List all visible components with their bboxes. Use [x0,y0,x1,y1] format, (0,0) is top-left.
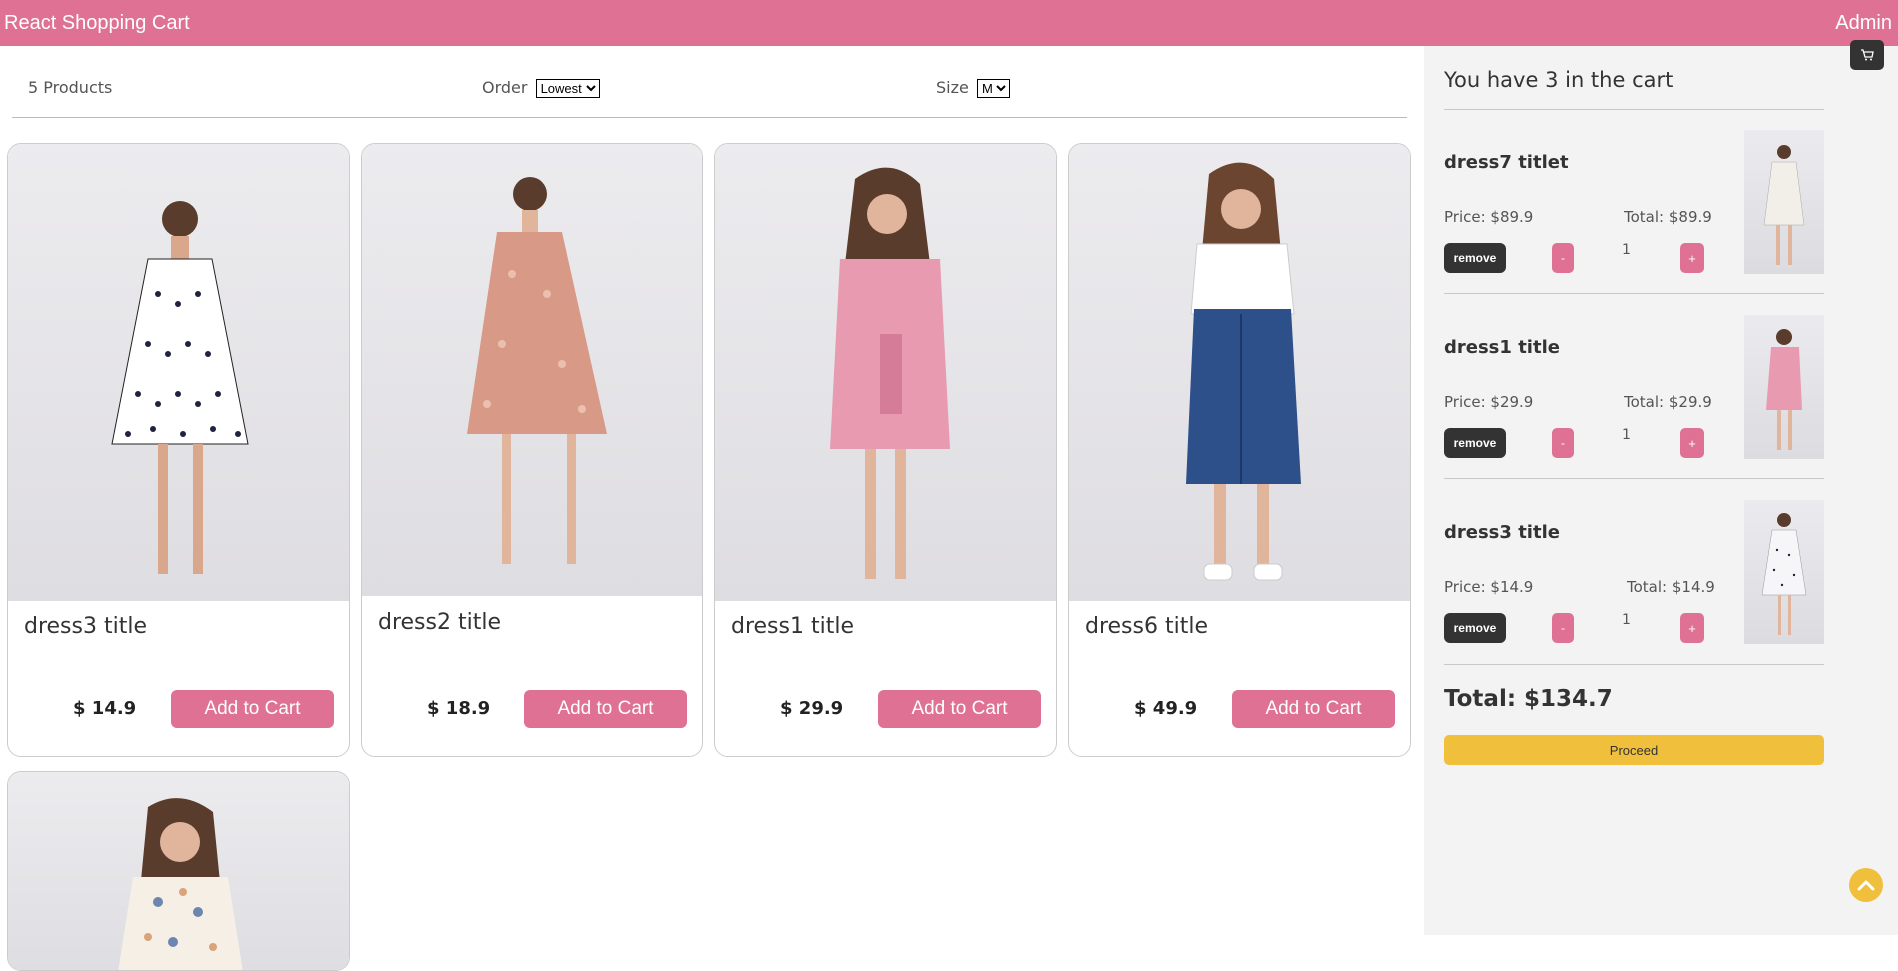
divider [1444,478,1824,479]
decrease-quantity-button[interactable]: - [1552,613,1574,643]
cart-toggle-button[interactable] [1850,40,1884,70]
cart-item-name: dress3 title [1444,522,1560,543]
cart-item-image [1744,315,1824,459]
remove-button[interactable]: remove [1444,243,1506,273]
product-title[interactable]: dress3 title [24,614,147,639]
product-image[interactable] [8,144,349,601]
cart-item-price: Price: $14.9 [1444,578,1534,596]
quantity-value: 1 [1622,612,1631,628]
cart-item-total: Total: $14.9 [1627,578,1715,596]
cart-title: You have 3 in the cart [1444,68,1674,92]
cart-item-total: Total: $89.9 [1624,208,1712,226]
product-image[interactable] [362,144,702,596]
product-title[interactable]: dress6 title [1085,614,1208,639]
product-count: 5 Products [28,78,113,97]
brand-title[interactable]: React Shopping Cart [4,12,190,35]
product-price: $ 14.9 [73,698,137,719]
product-card: dress1 title $ 29.9 Add to Cart [714,143,1057,757]
size-select[interactable]: M [976,79,1010,98]
divider [1444,664,1824,665]
product-price: $ 18.9 [427,698,491,719]
cart-item-image [1744,130,1824,274]
increase-quantity-button[interactable]: + [1680,243,1704,273]
order-label: Order [482,78,528,97]
product-price: $ 49.9 [1134,698,1198,719]
quantity-value: 1 [1622,427,1631,443]
remove-button[interactable]: remove [1444,613,1506,643]
product-card: dress6 title $ 49.9 Add to Cart [1068,143,1411,757]
proceed-button[interactable]: Proceed [1444,735,1824,765]
product-card: dress3 title $ 14.9 Add to Cart [7,143,350,757]
add-to-cart-button[interactable]: Add to Cart [878,690,1041,728]
product-title[interactable]: dress1 title [731,614,854,639]
cart-item-price: Price: $29.9 [1444,393,1534,411]
cart-grand-total: Total: $134.7 [1444,686,1613,712]
decrease-quantity-button[interactable]: - [1552,428,1574,458]
cart-item: dress7 titlet Price: $89.9 Total: $89.9 … [1444,130,1824,280]
product-card [7,771,350,971]
quantity-value: 1 [1622,242,1631,258]
product-card: dress2 title $ 18.9 Add to Cart [361,143,703,757]
cart-item: dress3 title Price: $14.9 Total: $14.9 r… [1444,500,1824,650]
cart-sidebar: You have 3 in the cart dress7 titlet Pri… [1424,46,1898,935]
chevron-up-icon [1857,880,1875,891]
divider [1444,293,1824,294]
remove-button[interactable]: remove [1444,428,1506,458]
increase-quantity-button[interactable]: + [1680,613,1704,643]
order-select[interactable]: Lowest [535,79,600,98]
cart-item-price: Price: $89.9 [1444,208,1534,226]
product-title[interactable]: dress2 title [378,610,501,635]
divider [1444,109,1824,110]
cart-item-total: Total: $29.9 [1624,393,1712,411]
increase-quantity-button[interactable]: + [1680,428,1704,458]
add-to-cart-button[interactable]: Add to Cart [1232,690,1395,728]
product-image[interactable] [715,144,1056,601]
add-to-cart-button[interactable]: Add to Cart [171,690,334,728]
scroll-top-button[interactable] [1849,868,1883,902]
filter-bar: 5 Products Order Lowest Size M [12,74,1407,118]
product-price: $ 29.9 [780,698,844,719]
cart-item-image [1744,500,1824,644]
order-filter: Order Lowest [482,78,600,98]
cart-item-name: dress7 titlet [1444,152,1569,173]
product-image[interactable] [8,772,349,970]
cart-item-name: dress1 title [1444,337,1560,358]
product-image[interactable] [1069,144,1410,601]
app-header: React Shopping Cart Admin [0,0,1898,46]
add-to-cart-button[interactable]: Add to Cart [524,690,687,728]
admin-link[interactable]: Admin [1835,12,1892,35]
size-filter: Size M [936,78,1010,98]
size-label: Size [936,78,969,97]
cart-item: dress1 title Price: $29.9 Total: $29.9 r… [1444,315,1824,465]
cart-icon [1861,49,1874,61]
decrease-quantity-button[interactable]: - [1552,243,1574,273]
